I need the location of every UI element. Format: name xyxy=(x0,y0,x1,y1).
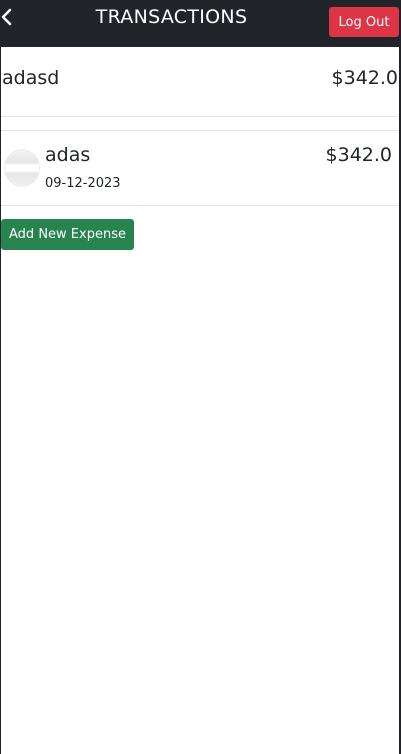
transaction-row[interactable]: adas 09-12-2023 $342.0 xyxy=(1,130,398,206)
avatar xyxy=(4,149,40,187)
transaction-amount: $342.0 xyxy=(331,67,398,89)
transaction-name: adas xyxy=(45,144,91,166)
transaction-name: adasd xyxy=(2,67,60,89)
transaction-date: 09-12-2023 xyxy=(45,176,121,191)
transaction-amount: $342.0 xyxy=(325,144,392,166)
app-header: TRANSACTIONS Log Out xyxy=(0,0,401,47)
logout-button[interactable]: Log Out xyxy=(329,7,399,37)
add-expense-button[interactable]: Add New Expense xyxy=(1,219,134,250)
transaction-row[interactable]: adasd $342.0 xyxy=(1,47,398,117)
page-title: TRANSACTIONS xyxy=(95,6,248,28)
